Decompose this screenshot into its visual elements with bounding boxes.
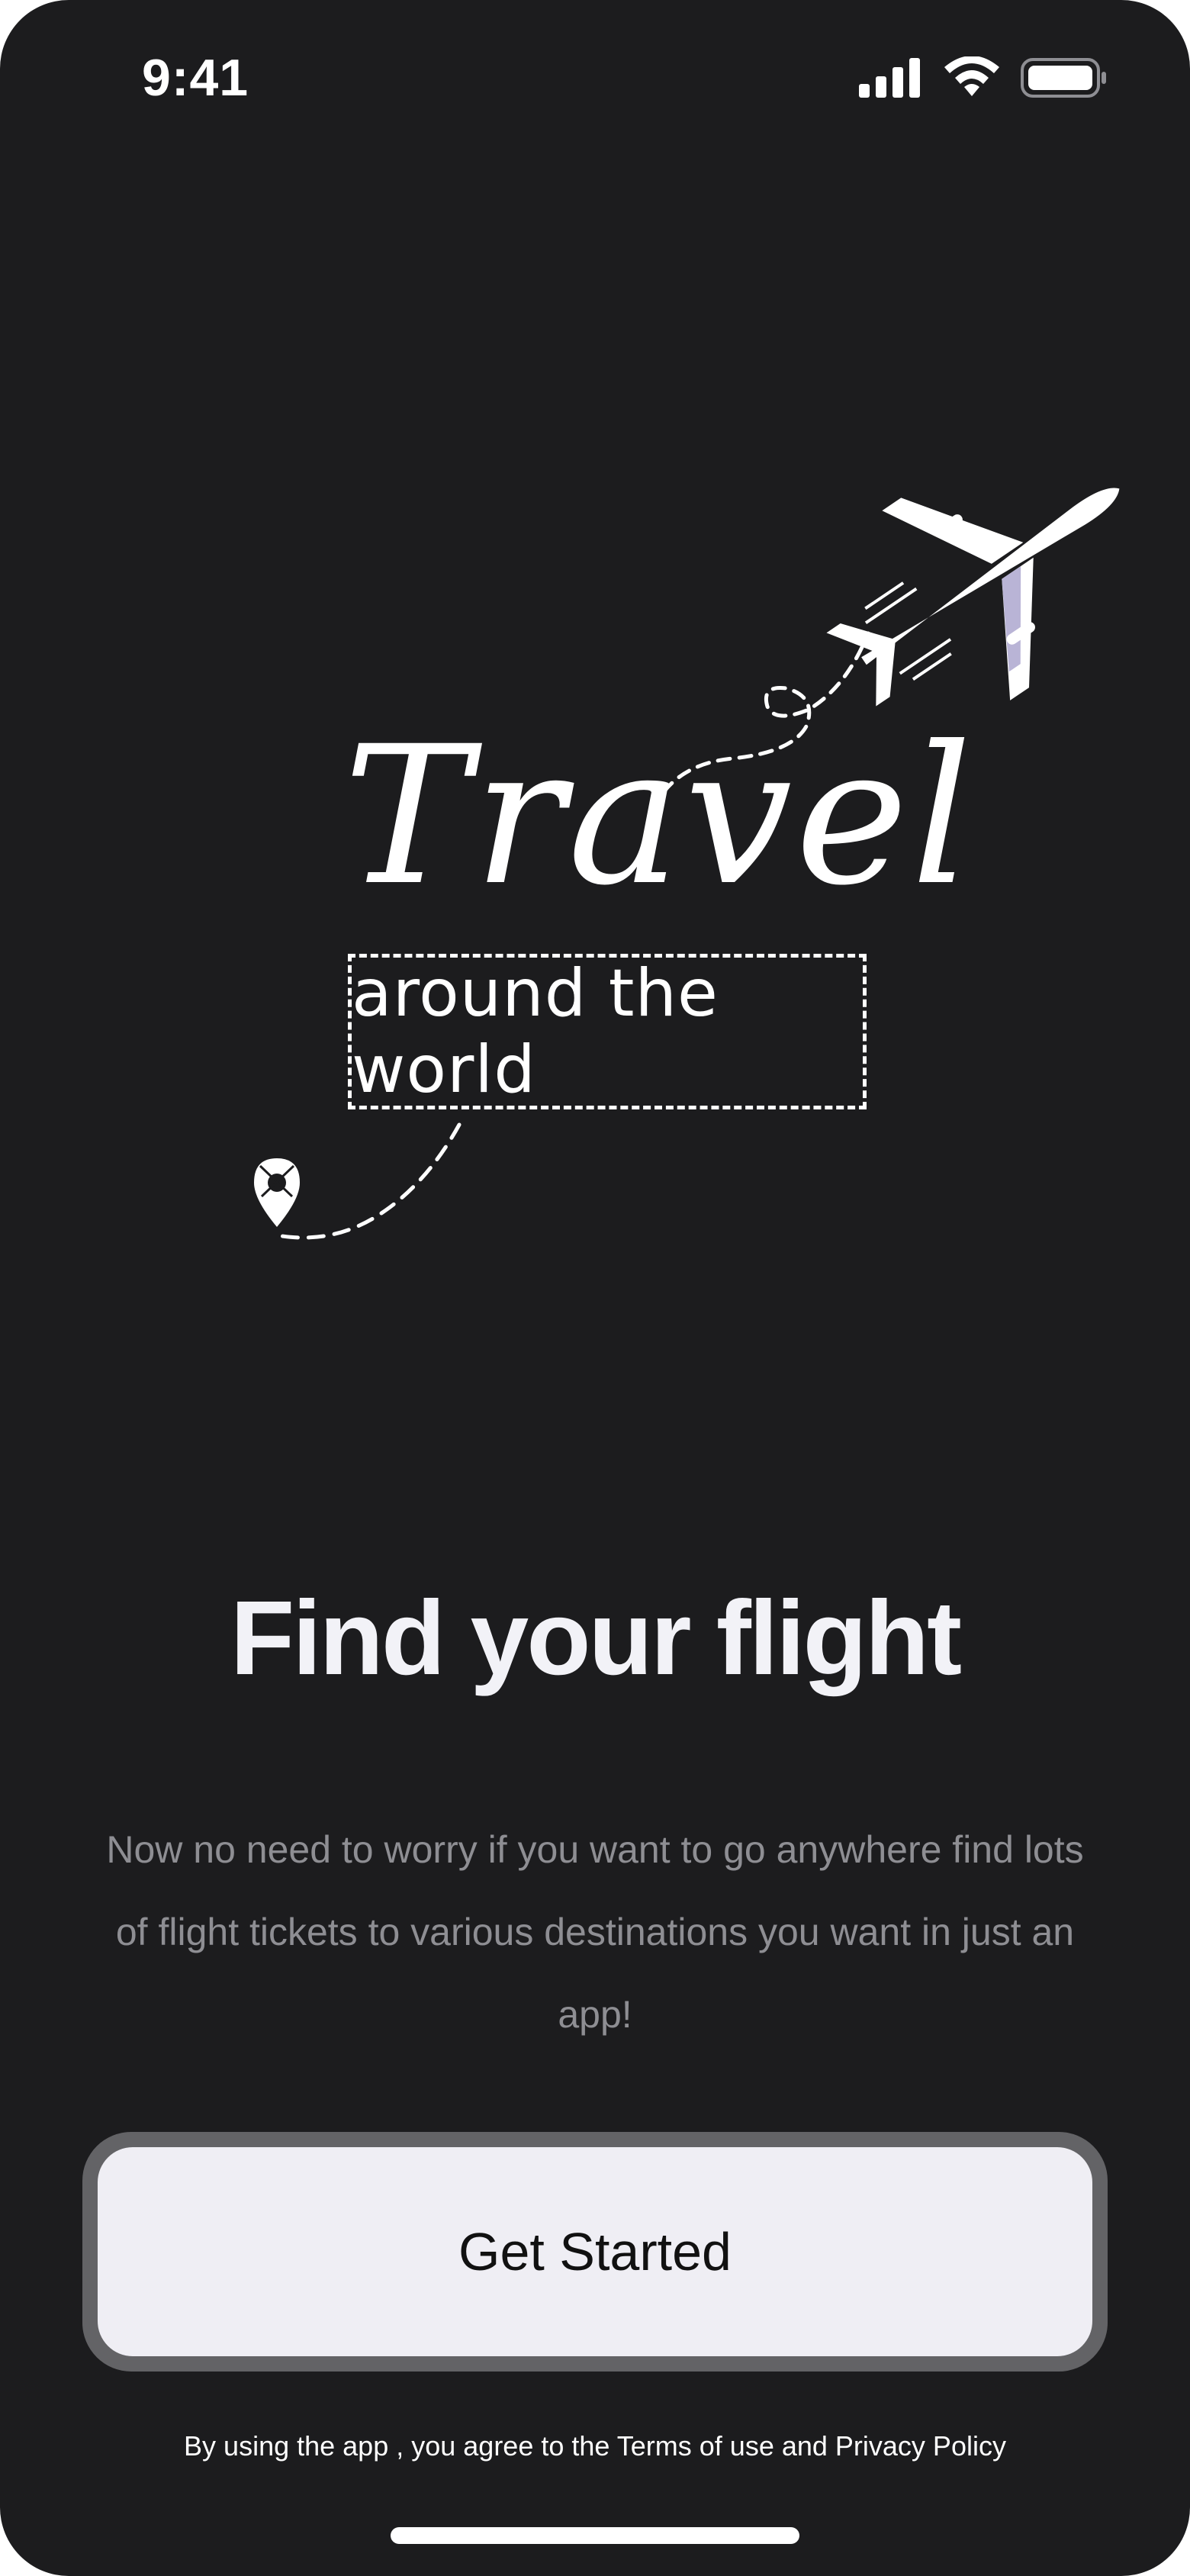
get-started-button-ring: Get Started (82, 2132, 1108, 2372)
tagline-box: around the world (348, 954, 867, 1109)
travel-illustration: Travel around the world (0, 0, 1190, 1373)
location-pin-icon (254, 1158, 300, 1227)
travel-title: Travel (343, 705, 976, 927)
description-text: Now no need to worry if you want to go a… (106, 1828, 1084, 2036)
tagline-text: around the world (352, 955, 719, 1108)
get-started-button[interactable]: Get Started (98, 2147, 1092, 2356)
home-indicator (391, 2527, 799, 2544)
terms-text: By using the app , you agree to the Term… (184, 2430, 1006, 2462)
flight-path-bottom (280, 1122, 462, 1240)
page-title: Find your flight (230, 1579, 962, 1697)
onboarding-screen: 9:41 Travel around the world Find your f… (0, 0, 1190, 2576)
